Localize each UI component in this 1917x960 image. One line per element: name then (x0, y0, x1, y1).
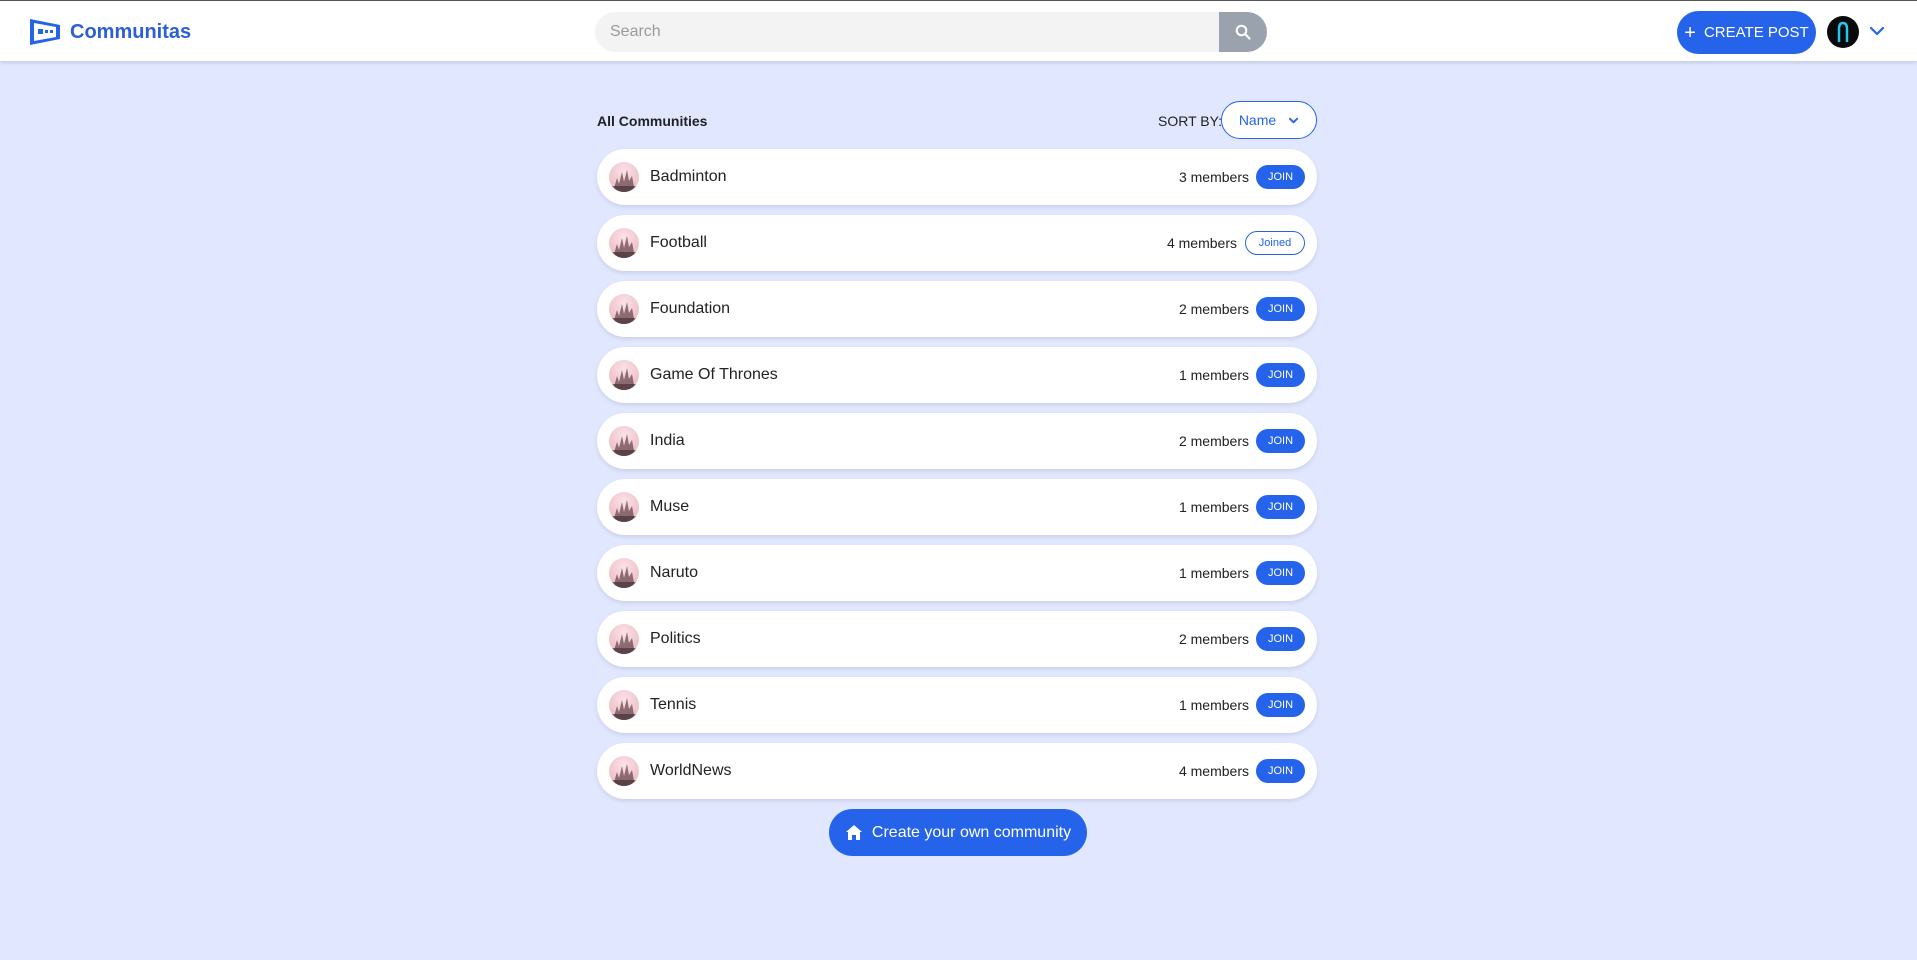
user-avatar-icon (1837, 21, 1849, 42)
community-avatar (609, 360, 639, 390)
join-button[interactable]: JOIN (1256, 495, 1305, 519)
search-bar (595, 12, 1267, 52)
create-post-label: CREATE POST (1703, 24, 1809, 41)
brand-name: Communitas (70, 20, 192, 43)
join-button[interactable]: JOIN (1256, 429, 1305, 453)
user-avatar[interactable] (1827, 16, 1859, 48)
community-row[interactable]: Game Of Thrones 1 members JOIN (597, 347, 1317, 403)
community-row[interactable]: India 2 members JOIN (597, 413, 1317, 469)
top-navbar: Communitas + CREATE POST (0, 0, 1917, 61)
community-name: Politics (650, 630, 701, 647)
communities-list-header: All Communities SORT BY: Name (597, 101, 1317, 141)
community-row[interactable]: Foundation 2 members JOIN (597, 281, 1317, 337)
join-button[interactable]: JOIN (1256, 363, 1305, 387)
member-count: 3 members (1178, 169, 1249, 185)
join-button[interactable]: JOIN (1256, 693, 1305, 717)
join-button[interactable]: JOIN (1256, 561, 1305, 585)
member-count: 1 members (1178, 565, 1249, 581)
sort-by-label: SORT BY: (1158, 113, 1223, 129)
plus-icon: + (1684, 21, 1696, 44)
member-count: 1 members (1178, 697, 1249, 713)
join-button[interactable]: JOIN (1256, 627, 1305, 651)
sort-select[interactable]: Name (1221, 101, 1317, 139)
member-count: 1 members (1178, 499, 1249, 515)
joined-button[interactable]: Joined (1245, 231, 1305, 255)
community-avatar (609, 228, 639, 258)
community-row[interactable]: WorldNews 4 members JOIN (597, 743, 1317, 799)
create-post-button[interactable]: + CREATE POST (1677, 11, 1816, 54)
community-avatar (609, 492, 639, 522)
brand-logo[interactable]: Communitas (28, 15, 191, 49)
community-row[interactable]: Badminton 3 members JOIN (597, 149, 1317, 205)
sort-select-value: Name (1238, 112, 1277, 128)
community-avatar (609, 624, 639, 654)
community-name: Football (650, 234, 707, 251)
community-avatar (609, 162, 639, 192)
member-count: 1 members (1178, 367, 1249, 383)
home-icon (845, 825, 862, 840)
search-input[interactable] (595, 12, 1219, 52)
community-avatar (609, 690, 639, 720)
chevron-down-icon (1289, 117, 1299, 123)
community-name: Game Of Thrones (650, 366, 778, 383)
member-count: 4 members (1178, 763, 1249, 779)
page-title: All Communities (597, 113, 708, 129)
community-avatar (609, 558, 639, 588)
community-name: India (650, 432, 685, 449)
member-count: 2 members (1178, 301, 1249, 317)
community-row[interactable]: Politics 2 members JOIN (597, 611, 1317, 667)
community-name: WorldNews (650, 762, 732, 779)
community-row[interactable]: Tennis 1 members JOIN (597, 677, 1317, 733)
member-count: 4 members (1166, 235, 1237, 251)
user-menu-chevron-down-icon[interactable] (1869, 23, 1885, 44)
community-avatar (609, 756, 639, 786)
community-list: Badminton 3 members JOIN Football 4 memb… (597, 149, 1317, 809)
join-button[interactable]: JOIN (1256, 165, 1305, 189)
create-community-label: Create your own community (871, 823, 1072, 841)
community-name: Foundation (650, 300, 731, 317)
community-name: Muse (650, 498, 690, 515)
search-button[interactable] (1219, 12, 1267, 52)
community-row[interactable]: Muse 1 members JOIN (597, 479, 1317, 535)
community-name: Tennis (650, 696, 697, 713)
join-button[interactable]: JOIN (1256, 759, 1305, 783)
join-button[interactable]: JOIN (1256, 297, 1305, 321)
search-icon (1235, 24, 1251, 40)
community-avatar (609, 426, 639, 456)
member-count: 2 members (1178, 631, 1249, 647)
community-row[interactable]: Football 4 members Joined (597, 215, 1317, 271)
member-count: 2 members (1178, 433, 1249, 449)
community-row[interactable]: Naruto 1 members JOIN (597, 545, 1317, 601)
community-name: Naruto (650, 564, 699, 581)
community-name: Badminton (650, 168, 727, 185)
communitas-logo-icon (30, 19, 60, 45)
community-avatar (609, 294, 639, 324)
create-community-button[interactable]: Create your own community (829, 809, 1087, 856)
